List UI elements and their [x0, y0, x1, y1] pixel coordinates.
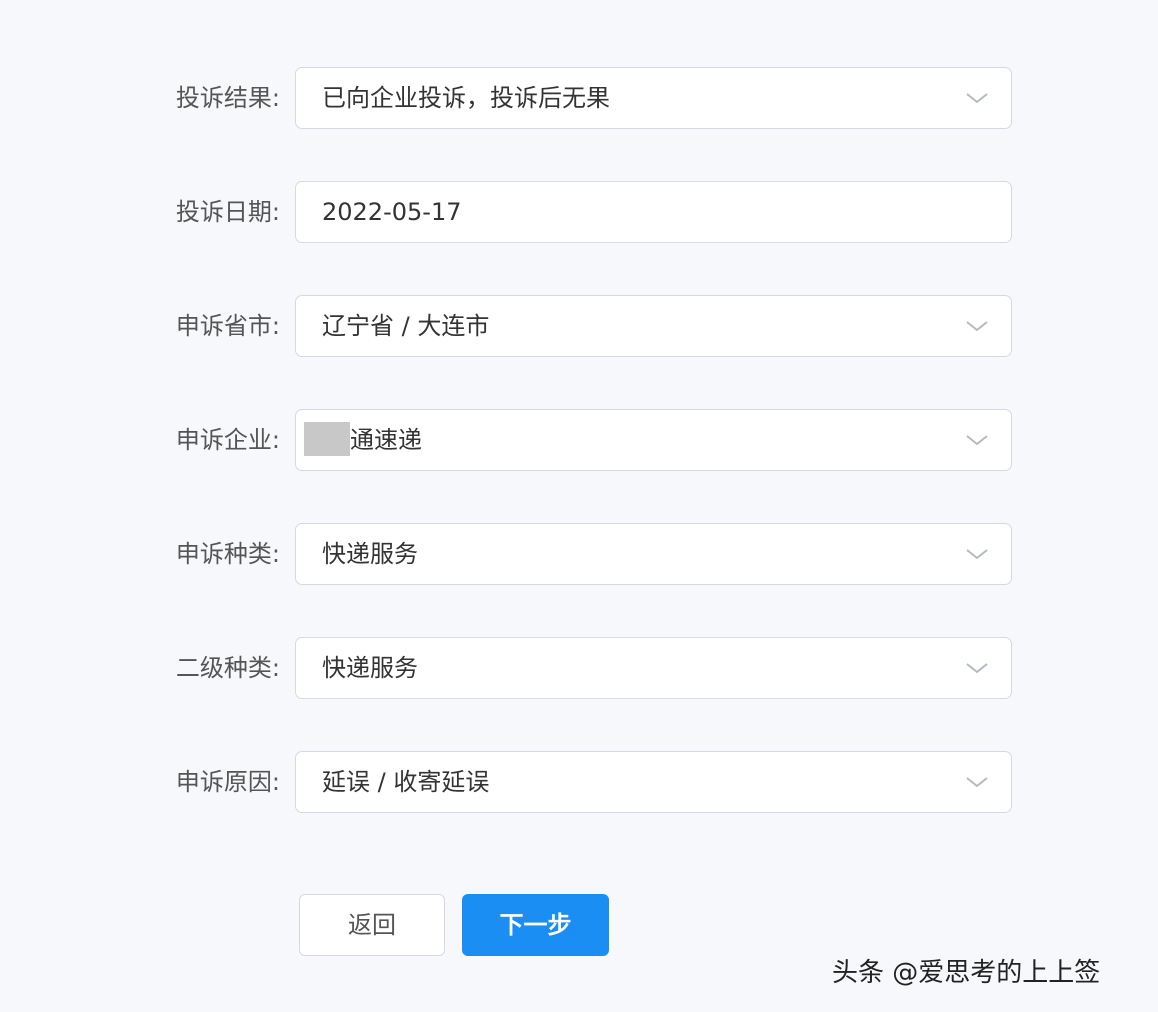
row-complaint-category: 申诉种类: 快递服务	[0, 523, 1158, 585]
province-city-label: 申诉省市:	[175, 312, 280, 340]
subcategory-select[interactable]: 快递服务	[295, 637, 1012, 699]
watermark-text: 头条 @爱思考的上上签	[832, 958, 1101, 988]
province-city-value: 辽宁省 / 大连市	[322, 312, 490, 340]
complaint-date-input[interactable]: 2022-05-17	[295, 181, 1012, 243]
company-label: 申诉企业:	[175, 426, 280, 454]
row-province-city: 申诉省市: 辽宁省 / 大连市	[0, 295, 1158, 357]
complaint-category-select[interactable]: 快递服务	[295, 523, 1012, 585]
row-complaint-reason: 申诉原因: 延误 / 收寄延误	[0, 751, 1158, 813]
complaint-result-value: 已向企业投诉，投诉后无果	[322, 84, 610, 112]
company-value: 通速递	[350, 426, 422, 454]
subcategory-value: 快递服务	[322, 654, 418, 682]
chevron-down-icon	[966, 663, 988, 674]
chevron-down-icon	[966, 549, 988, 560]
complaint-date-label: 投诉日期:	[175, 198, 280, 226]
complaint-date-value: 2022-05-17	[322, 198, 462, 226]
chevron-down-icon	[966, 777, 988, 788]
complaint-reason-label: 申诉原因:	[175, 768, 280, 796]
row-company: 申诉企业: 通速递	[0, 409, 1158, 471]
complaint-result-select[interactable]: 已向企业投诉，投诉后无果	[295, 67, 1012, 129]
complaint-category-label: 申诉种类:	[175, 540, 280, 568]
company-value-wrap: 通速递	[304, 410, 422, 470]
complaint-reason-value: 延误 / 收寄延误	[322, 768, 490, 796]
next-step-button[interactable]: 下一步	[462, 894, 609, 956]
chevron-down-icon	[966, 435, 988, 446]
chevron-down-icon	[966, 321, 988, 332]
complaint-reason-select[interactable]: 延误 / 收寄延误	[295, 751, 1012, 813]
complaint-category-value: 快递服务	[322, 540, 418, 568]
row-complaint-date: 投诉日期: 2022-05-17	[0, 181, 1158, 243]
row-complaint-result: 投诉结果: 已向企业投诉，投诉后无果	[0, 67, 1158, 129]
back-button[interactable]: 返回	[299, 894, 445, 956]
province-city-select[interactable]: 辽宁省 / 大连市	[295, 295, 1012, 357]
chevron-down-icon	[966, 93, 988, 104]
row-subcategory: 二级种类: 快递服务	[0, 637, 1158, 699]
subcategory-label: 二级种类:	[175, 654, 280, 682]
redaction-block	[304, 422, 350, 456]
complaint-result-label: 投诉结果:	[175, 84, 280, 112]
company-select[interactable]: 通速递	[295, 409, 1012, 471]
